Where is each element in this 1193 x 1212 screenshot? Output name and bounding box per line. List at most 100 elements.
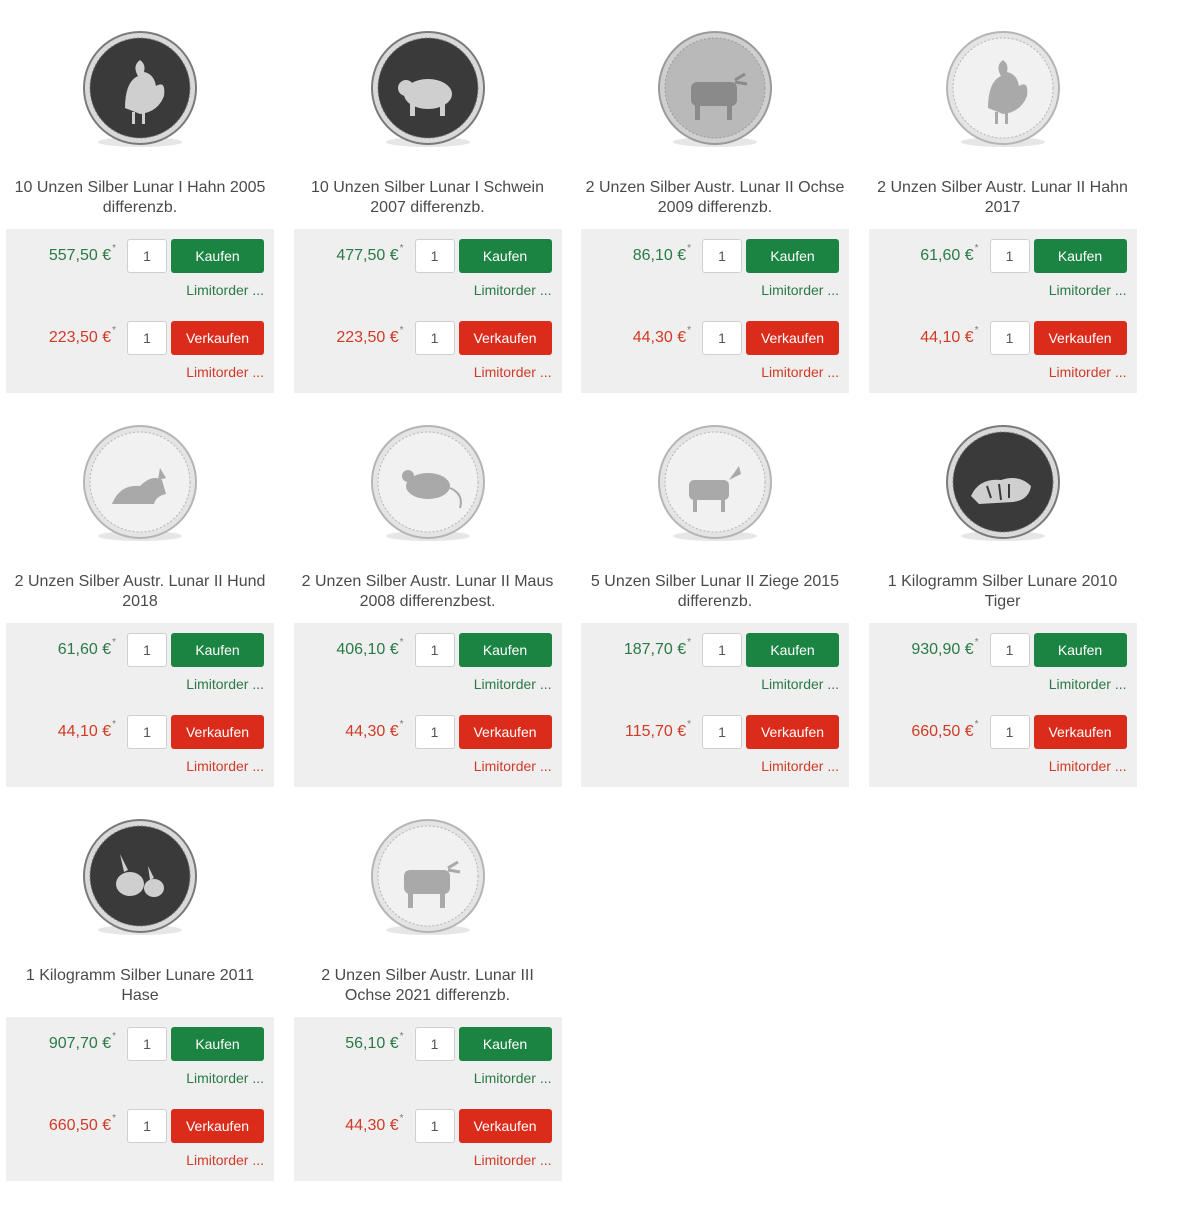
buy-button[interactable]: Kaufen xyxy=(171,239,264,273)
buy-quantity-input[interactable] xyxy=(414,633,455,667)
buy-quantity-input[interactable] xyxy=(989,239,1030,273)
sell-limit-order-link[interactable]: Limitorder ... xyxy=(761,364,839,380)
price-footnote-marker: * xyxy=(687,637,691,648)
sell-button[interactable]: Verkaufen xyxy=(458,715,552,749)
pig-coin-icon xyxy=(370,31,485,147)
buy-row: 930,90 €* Kaufen xyxy=(869,633,1137,667)
rooster-coin-icon xyxy=(945,31,1060,147)
buy-quantity-input[interactable] xyxy=(989,633,1030,667)
buy-button[interactable]: Kaufen xyxy=(746,239,839,273)
product-image[interactable] xyxy=(294,818,562,958)
buy-quantity-input[interactable] xyxy=(702,633,742,667)
buy-quantity-input[interactable] xyxy=(702,239,742,273)
buy-limit-order-link[interactable]: Limitorder ... xyxy=(474,676,552,692)
product-title[interactable]: 2 Unzen Silber Austr. Lunar II Hund 2018 xyxy=(6,572,274,612)
sell-button[interactable]: Verkaufen xyxy=(171,1109,264,1143)
buy-row: 406,10 €* Kaufen xyxy=(294,633,562,667)
tiger-coin-icon xyxy=(945,425,1060,541)
sell-limit-order-link[interactable]: Limitorder ... xyxy=(474,1152,552,1168)
product-title[interactable]: 1 Kilogramm Silber Lunare 2010 Tiger xyxy=(869,572,1137,612)
product-image[interactable] xyxy=(6,30,274,170)
sell-button[interactable]: Verkaufen xyxy=(1033,715,1127,749)
buy-button[interactable]: Kaufen xyxy=(171,633,264,667)
sell-limit-order-link[interactable]: Limitorder ... xyxy=(1049,758,1127,774)
price-footnote-marker: * xyxy=(112,1113,116,1124)
sell-limit-order-link[interactable]: Limitorder ... xyxy=(474,758,552,774)
product-image[interactable] xyxy=(6,424,274,564)
sell-button[interactable]: Verkaufen xyxy=(458,1109,552,1143)
buy-quantity-input[interactable] xyxy=(127,1027,167,1061)
sell-limit-order-link[interactable]: Limitorder ... xyxy=(761,758,839,774)
product-image[interactable] xyxy=(869,424,1137,564)
buy-button[interactable]: Kaufen xyxy=(746,633,839,667)
product-title[interactable]: 2 Unzen Silber Austr. Lunar II Hahn 2017 xyxy=(869,178,1137,218)
sell-quantity-input[interactable] xyxy=(414,715,455,749)
buy-quantity-input[interactable] xyxy=(414,1027,455,1061)
sell-quantity-input[interactable] xyxy=(989,321,1030,355)
sell-quantity-input[interactable] xyxy=(127,715,167,749)
sell-quantity-input[interactable] xyxy=(414,321,455,355)
sell-quantity-input[interactable] xyxy=(702,321,742,355)
product-title[interactable]: 1 Kilogramm Silber Lunare 2011 Hase xyxy=(6,966,274,1006)
buy-quantity-input[interactable] xyxy=(414,239,455,273)
sell-limit-order-link[interactable]: Limitorder ... xyxy=(186,364,264,380)
buy-button[interactable]: Kaufen xyxy=(171,1027,264,1061)
sell-button[interactable]: Verkaufen xyxy=(1033,321,1127,355)
buy-button[interactable]: Kaufen xyxy=(458,633,552,667)
buy-limit-order-link[interactable]: Limitorder ... xyxy=(761,282,839,298)
sell-limit-order-link[interactable]: Limitorder ... xyxy=(1049,364,1127,380)
sell-limit-order-link[interactable]: Limitorder ... xyxy=(186,1152,264,1168)
sell-limit-order-link[interactable]: Limitorder ... xyxy=(474,364,552,380)
product-image[interactable] xyxy=(294,424,562,564)
buy-button[interactable]: Kaufen xyxy=(1033,633,1127,667)
product-image[interactable] xyxy=(6,818,274,958)
sell-row: 44,10 €* Verkaufen xyxy=(869,321,1137,355)
buy-limit-order-link[interactable]: Limitorder ... xyxy=(186,282,264,298)
trade-panel: 86,10 €* Kaufen Limitorder ... 44,30 €* … xyxy=(581,229,849,393)
price-footnote-marker: * xyxy=(687,719,691,730)
buy-limit-order-link[interactable]: Limitorder ... xyxy=(186,676,264,692)
buy-limit-order-link[interactable]: Limitorder ... xyxy=(474,282,552,298)
buy-button[interactable]: Kaufen xyxy=(458,239,552,273)
product-row: 2 Unzen Silber Austr. Lunar II Hund 2018… xyxy=(6,424,1156,818)
sell-price: 115,70 €* xyxy=(625,719,691,740)
sell-quantity-input[interactable] xyxy=(989,715,1030,749)
product-image[interactable] xyxy=(581,30,849,170)
sell-button[interactable]: Verkaufen xyxy=(458,321,552,355)
product-image[interactable] xyxy=(581,424,849,564)
sell-quantity-input[interactable] xyxy=(127,1109,167,1143)
buy-limit-order-link[interactable]: Limitorder ... xyxy=(474,1070,552,1086)
product-title[interactable]: 5 Unzen Silber Lunar II Ziege 2015 diffe… xyxy=(581,572,849,612)
price-footnote-marker: * xyxy=(399,637,404,648)
product-title[interactable]: 10 Unzen Silber Lunar I Schwein 2007 dif… xyxy=(294,178,562,218)
product-title[interactable]: 2 Unzen Silber Austr. Lunar III Ochse 20… xyxy=(294,966,562,1006)
trade-panel: 930,90 €* Kaufen Limitorder ... 660,50 €… xyxy=(868,623,1137,787)
product-image[interactable] xyxy=(294,30,562,170)
sell-button[interactable]: Verkaufen xyxy=(746,321,839,355)
product-title[interactable]: 2 Unzen Silber Austr. Lunar II Ochse 200… xyxy=(581,178,849,218)
buy-limit-order-link[interactable]: Limitorder ... xyxy=(761,676,839,692)
buy-button[interactable]: Kaufen xyxy=(458,1027,552,1061)
buy-price: 187,70 €* xyxy=(623,637,691,658)
product-title[interactable]: 2 Unzen Silber Austr. Lunar II Maus 2008… xyxy=(294,572,562,612)
sell-quantity-input[interactable] xyxy=(702,715,742,749)
buy-button[interactable]: Kaufen xyxy=(1033,239,1127,273)
buy-limit-order-link[interactable]: Limitorder ... xyxy=(186,1070,264,1086)
product-image[interactable] xyxy=(869,30,1137,170)
sell-quantity-input[interactable] xyxy=(414,1109,455,1143)
sell-button[interactable]: Verkaufen xyxy=(746,715,839,749)
product-row: 10 Unzen Silber Lunar I Hahn 2005 differ… xyxy=(6,30,1156,424)
buy-row: 61,60 €* Kaufen xyxy=(6,633,274,667)
buy-row: 557,50 €* Kaufen xyxy=(6,239,274,273)
buy-limit-order-link[interactable]: Limitorder ... xyxy=(1049,676,1127,692)
sell-button[interactable]: Verkaufen xyxy=(171,715,264,749)
product-title[interactable]: 10 Unzen Silber Lunar I Hahn 2005 differ… xyxy=(6,178,274,218)
sell-limit-order-link[interactable]: Limitorder ... xyxy=(186,758,264,774)
buy-quantity-input[interactable] xyxy=(127,239,167,273)
sell-quantity-input[interactable] xyxy=(127,321,167,355)
product-grid: 10 Unzen Silber Lunar I Hahn 2005 differ… xyxy=(6,30,1156,1212)
buy-quantity-input[interactable] xyxy=(127,633,167,667)
price-footnote-marker: * xyxy=(399,719,404,730)
buy-limit-order-link[interactable]: Limitorder ... xyxy=(1049,282,1127,298)
sell-button[interactable]: Verkaufen xyxy=(171,321,264,355)
